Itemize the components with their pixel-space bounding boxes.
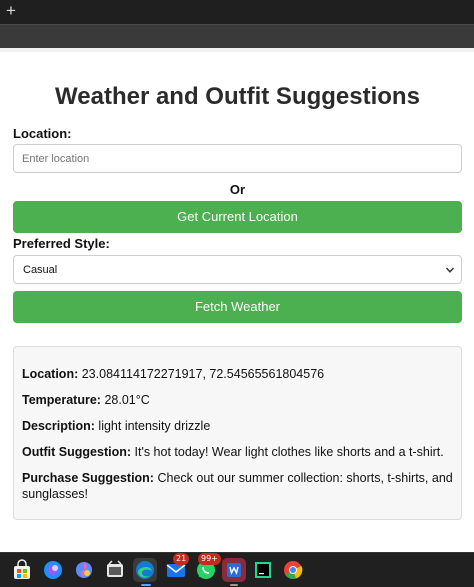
edge-icon[interactable] (133, 558, 157, 582)
gallery-icon[interactable] (72, 558, 96, 582)
result-temperature-value: 28.01°C (104, 393, 150, 407)
result-temperature: Temperature: 28.01°C (22, 392, 454, 408)
style-label: Preferred Style: (13, 236, 110, 251)
copilot-icon[interactable] (41, 558, 65, 582)
result-description-label: Description: (22, 419, 95, 433)
chevron-down-icon (445, 267, 455, 273)
result-purchase-label: Purchase Suggestion: (22, 471, 154, 485)
store-icon[interactable] (10, 558, 34, 582)
result-outfit-label: Outfit Suggestion: (22, 445, 132, 459)
browser-toolbar (0, 24, 474, 48)
mail-unread-badge: 21 (173, 553, 190, 565)
result-outfit-value: It's hot today! Wear light clothes like … (134, 445, 444, 459)
page-title: Weather and Outfit Suggestions (55, 83, 420, 110)
chrome-icon[interactable] (281, 558, 305, 582)
result-purchase: Purchase Suggestion: Check out our summe… (22, 470, 454, 502)
whatsapp-unread-badge: 99+ (198, 553, 221, 565)
result-location-label: Location: (22, 367, 79, 381)
word-icon[interactable] (222, 558, 246, 582)
word-open-indicator (230, 584, 238, 586)
page-viewport: Weather and Outfit Suggestions Location:… (0, 48, 474, 576)
edge-active-indicator (141, 584, 151, 586)
result-temperature-label: Temperature: (22, 393, 101, 407)
result-description: Description: light intensity drizzle (22, 418, 454, 434)
weather-results-panel: Location: 23.084114172271917, 72.5456556… (13, 346, 462, 520)
browser-tab-bar: + (0, 0, 474, 24)
result-location: Location: 23.084114172271917, 72.5456556… (22, 366, 454, 382)
taskbar: 21 99+ (0, 552, 474, 587)
style-select-value: Casual (23, 264, 58, 276)
result-outfit: Outfit Suggestion: It's hot today! Wear … (22, 444, 454, 460)
result-location-value: 23.084114172271917, 72.54565561804576 (81, 367, 325, 381)
app-container: Weather and Outfit Suggestions Location:… (0, 52, 474, 576)
style-select[interactable]: Casual (13, 255, 462, 284)
pycharm-icon[interactable] (251, 558, 275, 582)
fetch-weather-button[interactable]: Fetch Weather (13, 291, 462, 323)
new-tab-button[interactable]: + (3, 0, 19, 22)
location-input[interactable] (13, 144, 462, 173)
get-current-location-button[interactable]: Get Current Location (13, 201, 462, 233)
or-divider-text: Or (229, 182, 246, 197)
media-icon[interactable] (103, 558, 127, 582)
result-description-value: light intensity drizzle (98, 419, 211, 433)
location-label: Location: (13, 126, 72, 141)
